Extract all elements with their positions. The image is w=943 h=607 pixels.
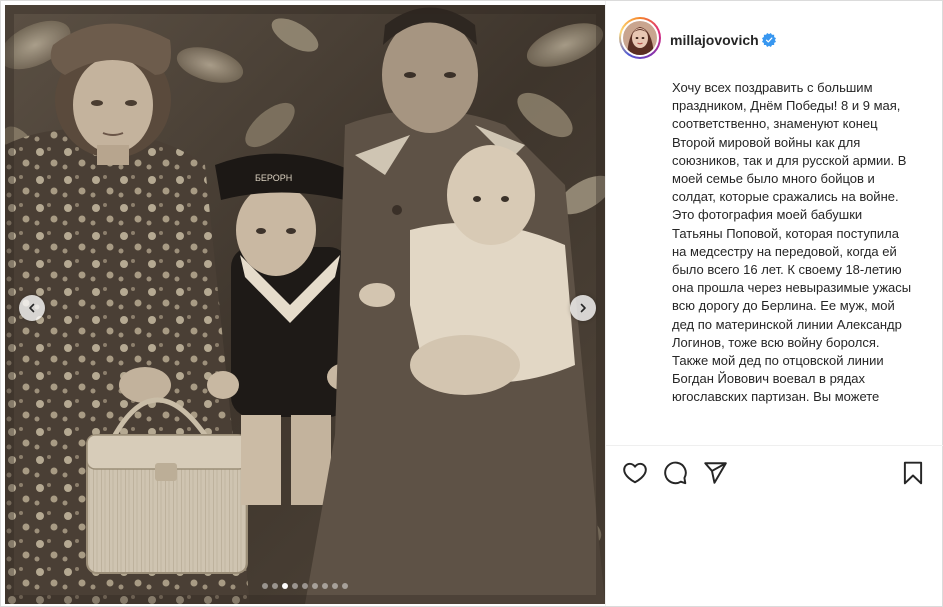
- paper-plane-icon: [704, 462, 727, 484]
- carousel-prev-button[interactable]: [19, 295, 45, 321]
- chevron-right-icon: [580, 303, 586, 313]
- carousel-dot: [282, 583, 288, 589]
- username-link[interactable]: millajovovich: [670, 32, 759, 48]
- post-header: millajovovich: [606, 1, 943, 79]
- cap-ribbon-text: БЕРОРН: [255, 173, 292, 183]
- carousel-next-button[interactable]: [570, 295, 596, 321]
- carousel-dot: [292, 583, 298, 589]
- chevron-left-icon: [29, 303, 35, 313]
- avatar[interactable]: [623, 21, 657, 55]
- carousel-dot: [342, 583, 348, 589]
- like-button[interactable]: [622, 460, 648, 486]
- carousel-dot: [302, 583, 308, 589]
- post-panel: millajovovich Хочу всех поздравить с бол…: [605, 1, 943, 606]
- comment-bubble-icon: [664, 461, 687, 485]
- post-caption: Хочу всех поздравить с большим празднико…: [672, 80, 912, 405]
- carousel-indicator: [5, 583, 605, 589]
- carousel-dot: [332, 583, 338, 589]
- caption-scroll-area[interactable]: Хочу всех поздравить с большим празднико…: [606, 79, 943, 440]
- instagram-post: БЕРОРН millajovovich Хочу всех поздравит…: [0, 0, 943, 607]
- carousel-dot: [262, 583, 268, 589]
- post-media[interactable]: БЕРОРН: [5, 5, 605, 604]
- divider: [606, 445, 943, 446]
- story-ring[interactable]: [619, 17, 661, 59]
- carousel-dot: [272, 583, 278, 589]
- heart-icon: [623, 462, 647, 484]
- save-button[interactable]: [900, 460, 926, 486]
- share-button[interactable]: [702, 460, 728, 486]
- carousel-dot: [322, 583, 328, 589]
- action-bar: [606, 453, 943, 493]
- bookmark-icon: [903, 461, 923, 485]
- carousel-dot: [312, 583, 318, 589]
- comment-button[interactable]: [662, 460, 688, 486]
- family-photo: БЕРОРН: [5, 5, 605, 604]
- verified-badge-icon: [762, 33, 776, 47]
